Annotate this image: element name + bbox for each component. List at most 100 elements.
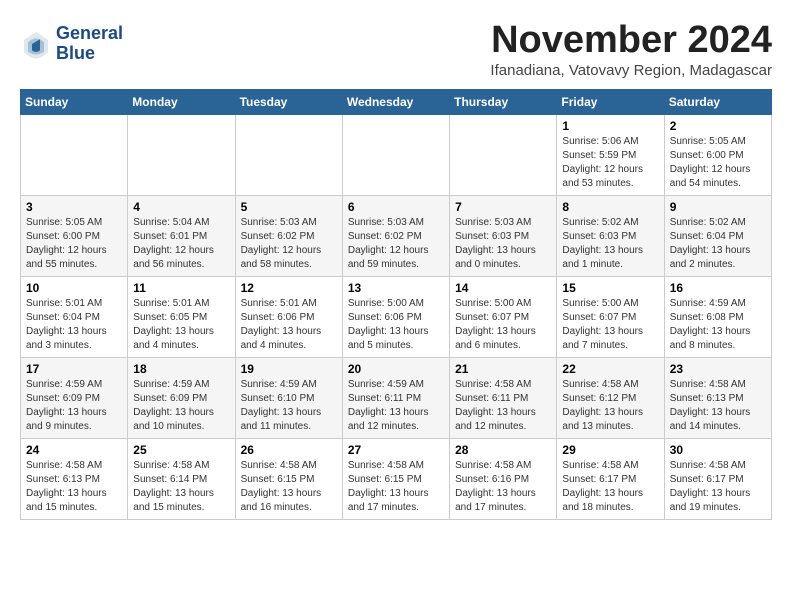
day-info: Sunrise: 4:59 AM Sunset: 6:09 PM Dayligh… [26, 378, 122, 434]
day-number: 24 [26, 443, 122, 457]
day-info: Sunrise: 4:58 AM Sunset: 6:14 PM Dayligh… [133, 459, 229, 515]
calendar-cell: 26Sunrise: 4:58 AM Sunset: 6:15 PM Dayli… [235, 438, 342, 519]
calendar-cell: 7 Sunrise: 5:03 AM Sunset: 6:03 PM Daylig… [450, 195, 557, 276]
day-info: Sunrise: 5:01 AM Sunset: 6:04 PM Dayligh… [26, 297, 122, 353]
calendar-cell: 15 Sunrise: 5:00 AM Sunset: 6:07 PM Dayli… [557, 276, 664, 357]
calendar-cell: 20 Sunrise: 4:59 AM Sunset: 6:11 PM Dayli… [342, 357, 449, 438]
calendar-cell [128, 114, 235, 195]
day-number: 4 [133, 200, 229, 214]
weekday-header: Friday [557, 89, 664, 114]
header: General Blue November 2024 Ifanadiana, V… [20, 20, 772, 79]
calendar-cell: 25 Sunrise: 4:58 AM Sunset: 6:14 PM Dayli… [128, 438, 235, 519]
calendar-week-row: 24 Sunrise: 4:58 AM Sunset: 6:13 PM Dayli… [21, 438, 772, 519]
day-number: 12 [241, 281, 337, 295]
day-number: 3 [26, 200, 122, 214]
day-number: 28 [455, 443, 551, 457]
day-number: 27 [348, 443, 444, 457]
day-number: 18 [133, 362, 229, 376]
weekday-header-row: SundayMondayTuesdayWednesdayThursdayFrid… [21, 89, 772, 114]
day-number: 2 [670, 119, 766, 133]
calendar-cell: 2 Sunrise: 5:05 AM Sunset: 6:00 PM Daylig… [664, 114, 771, 195]
calendar-cell: 3 Sunrise: 5:05 AM Sunset: 6:00 PM Daylig… [21, 195, 128, 276]
day-info: Sunrise: 5:01 AM Sunset: 6:06 PM Dayligh… [241, 297, 337, 353]
day-number: 6 [348, 200, 444, 214]
day-info: Sunrise: 4:58 AM Sunset: 6:11 PM Dayligh… [455, 378, 551, 434]
calendar-cell: 24 Sunrise: 4:58 AM Sunset: 6:13 PM Dayli… [21, 438, 128, 519]
calendar-cell: 5Sunrise: 5:03 AM Sunset: 6:02 PM Daylig… [235, 195, 342, 276]
calendar-cell: 4Sunrise: 5:04 AM Sunset: 6:01 PM Daylig… [128, 195, 235, 276]
day-number: 29 [562, 443, 658, 457]
day-number: 15 [562, 281, 658, 295]
day-info: Sunrise: 4:58 AM Sunset: 6:13 PM Dayligh… [670, 378, 766, 434]
day-info: Sunrise: 5:00 AM Sunset: 6:06 PM Dayligh… [348, 297, 444, 353]
day-number: 1 [562, 119, 658, 133]
day-info: Sunrise: 5:03 AM Sunset: 6:02 PM Dayligh… [241, 216, 337, 272]
calendar-week-row: 3 Sunrise: 5:05 AM Sunset: 6:00 PM Daylig… [21, 195, 772, 276]
calendar-cell: 30 Sunrise: 4:58 AM Sunset: 6:17 PM Dayli… [664, 438, 771, 519]
logo-icon [20, 28, 52, 60]
day-info: Sunrise: 4:59 AM Sunset: 6:08 PM Dayligh… [670, 297, 766, 353]
day-info: Sunrise: 5:02 AM Sunset: 6:03 PM Dayligh… [562, 216, 658, 272]
calendar-cell [21, 114, 128, 195]
weekday-header: Thursday [450, 89, 557, 114]
day-number: 11 [133, 281, 229, 295]
day-info: Sunrise: 5:05 AM Sunset: 6:00 PM Dayligh… [26, 216, 122, 272]
calendar-cell: 11Sunrise: 5:01 AM Sunset: 6:05 PM Dayli… [128, 276, 235, 357]
day-number: 22 [562, 362, 658, 376]
weekday-header: Tuesday [235, 89, 342, 114]
day-info: Sunrise: 4:58 AM Sunset: 6:15 PM Dayligh… [241, 459, 337, 515]
day-number: 20 [348, 362, 444, 376]
day-info: Sunrise: 4:58 AM Sunset: 6:16 PM Dayligh… [455, 459, 551, 515]
day-number: 19 [241, 362, 337, 376]
logo-line1: General [56, 24, 123, 44]
day-info: Sunrise: 4:59 AM Sunset: 6:09 PM Dayligh… [133, 378, 229, 434]
calendar-week-row: 1 Sunrise: 5:06 AM Sunset: 5:59 PM Daylig… [21, 114, 772, 195]
day-info: Sunrise: 4:58 AM Sunset: 6:15 PM Dayligh… [348, 459, 444, 515]
day-info: Sunrise: 4:59 AM Sunset: 6:11 PM Dayligh… [348, 378, 444, 434]
calendar-cell: 18 Sunrise: 4:59 AM Sunset: 6:09 PM Dayli… [128, 357, 235, 438]
calendar-cell: 27 Sunrise: 4:58 AM Sunset: 6:15 PM Dayli… [342, 438, 449, 519]
calendar-cell: 21 Sunrise: 4:58 AM Sunset: 6:11 PM Dayli… [450, 357, 557, 438]
day-info: Sunrise: 5:03 AM Sunset: 6:03 PM Dayligh… [455, 216, 551, 272]
day-info: Sunrise: 4:58 AM Sunset: 6:17 PM Dayligh… [562, 459, 658, 515]
calendar-cell: 23Sunrise: 4:58 AM Sunset: 6:13 PM Dayli… [664, 357, 771, 438]
calendar-cell: 13Sunrise: 5:00 AM Sunset: 6:06 PM Dayli… [342, 276, 449, 357]
title-section: November 2024 Ifanadiana, Vatovavy Regio… [490, 20, 772, 79]
location-subtitle: Ifanadiana, Vatovavy Region, Madagascar [490, 62, 772, 79]
day-number: 9 [670, 200, 766, 214]
calendar-cell: 14Sunrise: 5:00 AM Sunset: 6:07 PM Dayli… [450, 276, 557, 357]
day-number: 16 [670, 281, 766, 295]
calendar-cell: 12 Sunrise: 5:01 AM Sunset: 6:06 PM Dayli… [235, 276, 342, 357]
day-info: Sunrise: 5:03 AM Sunset: 6:02 PM Dayligh… [348, 216, 444, 272]
day-info: Sunrise: 4:58 AM Sunset: 6:12 PM Dayligh… [562, 378, 658, 434]
day-info: Sunrise: 4:59 AM Sunset: 6:10 PM Dayligh… [241, 378, 337, 434]
calendar-cell: 22 Sunrise: 4:58 AM Sunset: 6:12 PM Dayli… [557, 357, 664, 438]
weekday-header: Sunday [21, 89, 128, 114]
day-number: 14 [455, 281, 551, 295]
calendar-cell: 10Sunrise: 5:01 AM Sunset: 6:04 PM Dayli… [21, 276, 128, 357]
calendar-cell: 29 Sunrise: 4:58 AM Sunset: 6:17 PM Dayli… [557, 438, 664, 519]
calendar-cell: 9 Sunrise: 5:02 AM Sunset: 6:04 PM Daylig… [664, 195, 771, 276]
calendar-cell: 6 Sunrise: 5:03 AM Sunset: 6:02 PM Daylig… [342, 195, 449, 276]
calendar-week-row: 17 Sunrise: 4:59 AM Sunset: 6:09 PM Dayli… [21, 357, 772, 438]
day-info: Sunrise: 5:02 AM Sunset: 6:04 PM Dayligh… [670, 216, 766, 272]
calendar-cell: 19 Sunrise: 4:59 AM Sunset: 6:10 PM Dayli… [235, 357, 342, 438]
day-number: 30 [670, 443, 766, 457]
day-info: Sunrise: 5:05 AM Sunset: 6:00 PM Dayligh… [670, 135, 766, 191]
day-number: 17 [26, 362, 122, 376]
day-number: 7 [455, 200, 551, 214]
calendar-table: SundayMondayTuesdayWednesdayThursdayFrid… [20, 89, 772, 520]
calendar-week-row: 10Sunrise: 5:01 AM Sunset: 6:04 PM Dayli… [21, 276, 772, 357]
day-info: Sunrise: 5:06 AM Sunset: 5:59 PM Dayligh… [562, 135, 658, 191]
day-number: 21 [455, 362, 551, 376]
calendar-cell [450, 114, 557, 195]
day-info: Sunrise: 4:58 AM Sunset: 6:13 PM Dayligh… [26, 459, 122, 515]
weekday-header: Monday [128, 89, 235, 114]
day-info: Sunrise: 5:00 AM Sunset: 6:07 PM Dayligh… [562, 297, 658, 353]
calendar-cell [342, 114, 449, 195]
weekday-header: Saturday [664, 89, 771, 114]
calendar-cell: 16 Sunrise: 4:59 AM Sunset: 6:08 PM Dayli… [664, 276, 771, 357]
day-info: Sunrise: 4:58 AM Sunset: 6:17 PM Dayligh… [670, 459, 766, 515]
day-number: 25 [133, 443, 229, 457]
calendar-cell: 8Sunrise: 5:02 AM Sunset: 6:03 PM Daylig… [557, 195, 664, 276]
